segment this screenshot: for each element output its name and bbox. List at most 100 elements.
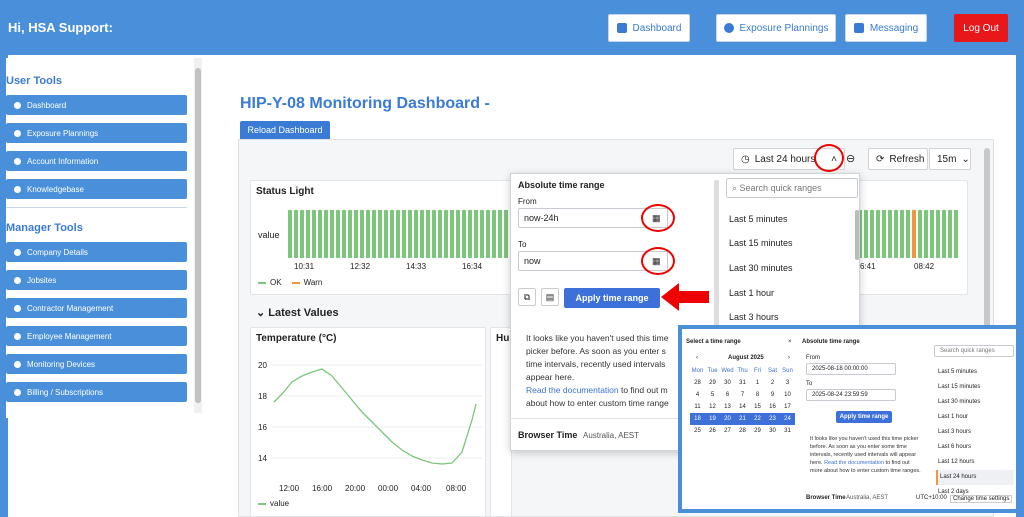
inset-quick-range-item[interactable]: Last 1 hour [936, 410, 1014, 425]
calendar-day[interactable]: 11 [690, 401, 705, 413]
inset-quick-range-item[interactable]: Last 3 hours [936, 425, 1014, 440]
sidebar-item-billing[interactable]: Billing / Subscriptions [6, 382, 187, 402]
nav-messaging-button[interactable]: Messaging [845, 14, 927, 42]
calendar-day[interactable]: 6 [720, 389, 735, 401]
sidebar-item-contractor[interactable]: Contractor Management [6, 298, 187, 318]
inset-quick-range-item[interactable]: Last 15 minutes [936, 380, 1014, 395]
quick-range-item[interactable]: Last 15 minutes [729, 238, 793, 248]
inset-quick-range-item[interactable]: Last 5 minutes [936, 365, 1014, 380]
inset-from-label: From [806, 355, 820, 361]
quick-range-item[interactable]: Last 30 minutes [729, 263, 793, 273]
inset-from-input[interactable]: 2025-08-18 00:00:00 [806, 363, 896, 375]
zoom-out-icon[interactable]: ⊖ [846, 152, 855, 165]
calendar-day[interactable]: 17 [780, 401, 795, 413]
latest-values-heading[interactable]: ⌄ Latest Values [256, 306, 339, 319]
calendar-day[interactable]: 31 [735, 377, 750, 389]
quick-range-item[interactable]: Last 3 hours [729, 312, 779, 322]
inset-quick-range-item[interactable]: Last 2 days [936, 485, 1014, 500]
calendar-day[interactable]: 29 [705, 377, 720, 389]
calendar-day[interactable]: 18 [690, 413, 705, 425]
calendar-day[interactable]: 2 [765, 377, 780, 389]
calendar-day[interactable]: 30 [720, 377, 735, 389]
status-bar [888, 210, 892, 258]
copy-icon[interactable]: ⧉ [518, 288, 536, 306]
calendar-day[interactable]: 20 [720, 413, 735, 425]
inset-quick-range-item[interactable]: Last 24 hours [936, 470, 1014, 485]
calendar-day[interactable]: 21 [735, 413, 750, 425]
calendar-day[interactable]: 5 [705, 389, 720, 401]
logout-button[interactable]: Log Out [954, 14, 1008, 42]
calendar-day[interactable]: 28 [735, 425, 750, 437]
status-bars-right [858, 210, 962, 258]
calendar-day[interactable]: 4 [690, 389, 705, 401]
search-quick-ranges-input[interactable]: ⌕ Search quick ranges [726, 178, 858, 198]
sidebar-item-jobsites[interactable]: Jobsites [6, 270, 187, 290]
sidebar-item-label: Dashboard [27, 100, 67, 110]
interval-select[interactable]: 15m ⌄ [929, 148, 971, 170]
calendar-day[interactable]: 27 [720, 425, 735, 437]
sidebar-item-label: Monitoring Devices [27, 359, 96, 369]
calendar-day[interactable]: 8 [750, 389, 765, 401]
close-icon[interactable]: × [788, 339, 792, 345]
calendar-day[interactable]: 19 [705, 413, 720, 425]
reload-dashboard-button[interactable]: Reload Dashboard [240, 121, 330, 139]
status-bar [504, 210, 508, 258]
quick-range-item[interactable]: Last 5 minutes [729, 214, 788, 224]
sidebar-item-exposure[interactable]: Exposure Plannings [6, 123, 187, 143]
documentation-link[interactable]: Read the documentation [526, 385, 619, 395]
nav-dashboard-button[interactable]: Dashboard [608, 14, 690, 42]
calendar-day[interactable]: 13 [720, 401, 735, 413]
inset-search-input[interactable]: Search quick ranges [934, 345, 1014, 357]
status-bar [330, 210, 334, 258]
legend-warn: Warn [303, 278, 323, 287]
quick-ranges-scrollbar[interactable] [855, 210, 859, 260]
sidebar-item-account[interactable]: Account Information [6, 151, 187, 171]
calendar-day[interactable]: 16 [765, 401, 780, 413]
inset-quick-range-item[interactable]: Last 12 hours [936, 455, 1014, 470]
calendar-day[interactable]: 29 [750, 425, 765, 437]
inset-apply-button[interactable]: Apply time range [836, 411, 892, 423]
status-bar [456, 210, 460, 258]
users-icon [14, 332, 21, 340]
sidebar-item-company[interactable]: Company Details [6, 242, 187, 262]
calendar-day[interactable]: 1 [750, 377, 765, 389]
refresh-button[interactable]: ⟳ Refresh [868, 148, 928, 170]
calendar-day[interactable]: 7 [735, 389, 750, 401]
calendar-day[interactable]: 9 [765, 389, 780, 401]
calendar-day[interactable]: 31 [780, 425, 795, 437]
scrollbar-thumb[interactable] [195, 68, 201, 403]
calendar-day[interactable]: 3 [780, 377, 795, 389]
sidebar-scrollbar[interactable] [194, 58, 202, 413]
sidebar-item-devices[interactable]: Monitoring Devices [6, 354, 187, 374]
status-bar [300, 210, 304, 258]
inset-doc-link[interactable]: Read the documentation [824, 460, 884, 466]
info-line: Read the documentation to find out m [526, 384, 678, 397]
tick-label: 10:31 [294, 262, 315, 271]
calendar-month: August 2025 [728, 355, 764, 361]
calendar-day[interactable]: 15 [750, 401, 765, 413]
nav-dashboard-label: Dashboard [632, 22, 682, 34]
inset-to-input[interactable]: 2025-08-24 23:59:59 [806, 389, 896, 401]
calendar-day[interactable]: 24 [780, 413, 795, 425]
calendar-day[interactable]: 10 [780, 389, 795, 401]
inset-quick-range-item[interactable]: Last 6 hours [936, 440, 1014, 455]
inset-quick-range-item[interactable]: Last 30 minutes [936, 395, 1014, 410]
chevron-left-icon[interactable]: ‹ [696, 355, 698, 361]
calendar-day[interactable]: 26 [705, 425, 720, 437]
calendar-day[interactable]: 12 [705, 401, 720, 413]
apply-time-range-button[interactable]: Apply time range [564, 288, 660, 308]
calendar-day[interactable]: 28 [690, 377, 705, 389]
calendar-day[interactable]: 23 [765, 413, 780, 425]
sidebar-item-employee[interactable]: Employee Management [6, 326, 187, 346]
calendar-day[interactable]: 14 [735, 401, 750, 413]
calendar-day[interactable]: 25 [690, 425, 705, 437]
quick-range-item[interactable]: Last 1 hour [729, 288, 774, 298]
dashboard-scrollbar[interactable] [984, 148, 990, 328]
calendar-day[interactable]: 22 [750, 413, 765, 425]
chevron-right-icon[interactable]: › [788, 355, 790, 361]
calendar-day[interactable]: 30 [765, 425, 780, 437]
sidebar-item-dashboard[interactable]: Dashboard [6, 95, 187, 115]
clipboard-icon[interactable]: ▤ [541, 288, 559, 306]
sidebar-item-knowledgebase[interactable]: Knowledgebase [6, 179, 187, 199]
nav-exposure-button[interactable]: Exposure Plannings [716, 14, 836, 42]
